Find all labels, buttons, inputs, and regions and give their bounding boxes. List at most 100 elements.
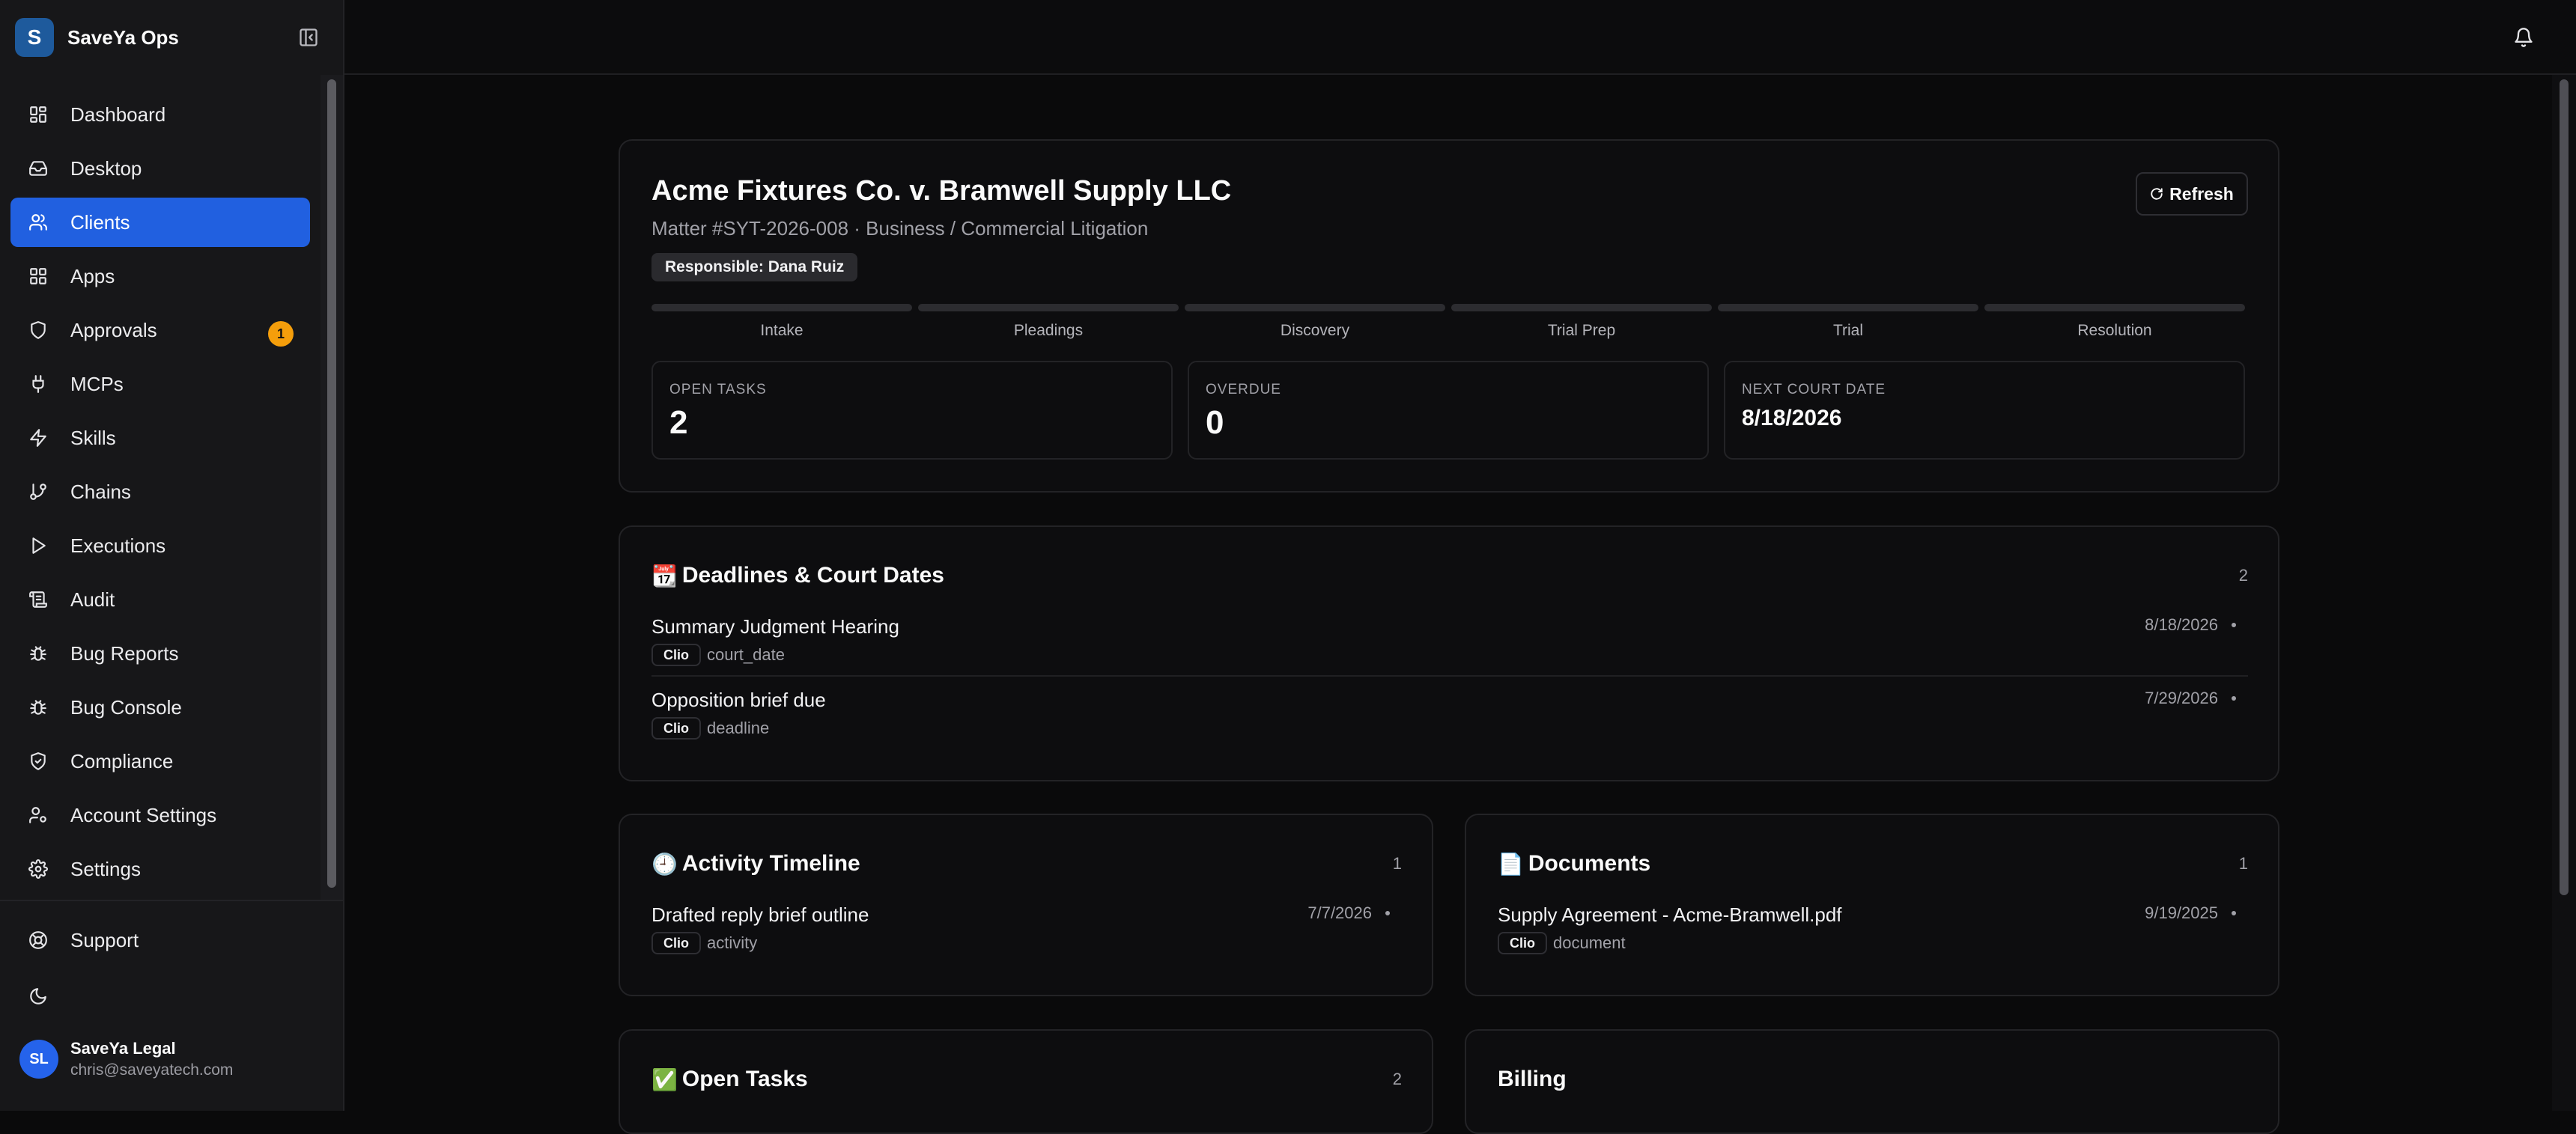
sidebar-item-label: Executions xyxy=(70,534,166,557)
matter-subtitle: Matter #SYT-2026-008 · Business / Commer… xyxy=(651,217,1149,240)
row-title: Opposition brief due xyxy=(651,689,826,711)
stage-intake: Intake xyxy=(651,304,912,340)
user-name: SaveYa Legal xyxy=(70,1039,176,1058)
row-kind: activity xyxy=(707,933,758,952)
moon-icon xyxy=(27,985,49,1008)
stat-value: 8/18/2026 xyxy=(1742,406,1842,430)
document-row[interactable]: Supply Agreement - Acme-Bramwell.pdf Cli… xyxy=(1498,903,2248,975)
sidebar-item-clients[interactable]: Clients xyxy=(10,198,310,247)
sidebar-item-mcps[interactable]: MCPs xyxy=(10,359,310,409)
sidebar-item-approvals[interactable]: Approvals 1 xyxy=(10,305,310,355)
play-icon xyxy=(27,534,49,557)
brand-name: SaveYa Ops xyxy=(67,25,179,49)
sidebar-item-label: Settings xyxy=(70,857,141,880)
section-title-text: Open Tasks xyxy=(681,1067,808,1091)
theme-toggle[interactable] xyxy=(10,972,310,1021)
section-title-text: Deadlines & Court Dates xyxy=(681,563,944,588)
status-dot xyxy=(2232,696,2236,701)
row-kind: court_date xyxy=(707,645,785,664)
stage-bar xyxy=(651,304,912,311)
sidebar-item-skills[interactable]: Skills xyxy=(10,413,310,463)
sidebar-scrollbar-thumb[interactable] xyxy=(327,79,336,888)
billing-card: Billing xyxy=(1465,1029,2279,1134)
sidebar-item-account-settings[interactable]: Account Settings xyxy=(10,790,310,840)
top-bar xyxy=(344,0,2576,75)
refresh-label: Refresh xyxy=(2169,183,2234,204)
status-dot xyxy=(2232,623,2236,627)
stat-value: 2 xyxy=(669,404,688,441)
stage-bar xyxy=(1984,304,2245,311)
sidebar-item-label: Clients xyxy=(70,210,130,234)
stat-label: OVERDUE xyxy=(1206,382,1281,397)
stat-next-court-date: NEXT COURT DATE 8/18/2026 xyxy=(1724,361,2245,460)
source-tag: Clio xyxy=(1498,932,1547,954)
row-kind: deadline xyxy=(707,719,770,737)
sidebar-item-label: Support xyxy=(70,928,139,951)
sidebar-item-label: Desktop xyxy=(70,156,142,180)
sidebar-item-dashboard[interactable]: Dashboard xyxy=(10,90,310,139)
sidebar-item-support[interactable]: Support xyxy=(10,915,310,965)
stat-overdue: OVERDUE 0 xyxy=(1188,361,1709,460)
deadlines-card: 📆 Deadlines & Court Dates 2 Summary Judg… xyxy=(619,525,2279,781)
section-title-text: Documents xyxy=(1528,851,1651,876)
brand-logo: S xyxy=(15,18,54,57)
row-title: Drafted reply brief outline xyxy=(651,903,869,926)
refresh-button[interactable]: Refresh xyxy=(2136,172,2248,216)
sidebar-item-compliance[interactable]: Compliance xyxy=(10,737,310,786)
sidebar-item-chains[interactable]: Chains xyxy=(10,467,310,516)
documents-card: 📄 Documents 1 Supply Agreement - Acme-Br… xyxy=(1465,814,2279,996)
deadline-row[interactable]: Opposition brief due Clio deadline 7/29/… xyxy=(651,689,2248,760)
stage-label: Intake xyxy=(760,322,804,339)
sidebar-item-label: Compliance xyxy=(70,749,174,772)
section-count: 1 xyxy=(2238,854,2248,873)
section-count: 2 xyxy=(2238,566,2248,585)
sidebar-item-bug-console[interactable]: Bug Console xyxy=(10,683,310,732)
status-dot xyxy=(1385,911,1390,915)
sidebar-item-label: MCPs xyxy=(70,372,124,395)
branch-icon xyxy=(27,481,49,503)
sidebar-item-label: Bug Console xyxy=(70,695,182,719)
bug-icon xyxy=(27,696,49,719)
sidebar-item-label: Dashboard xyxy=(70,103,166,126)
row-date: 8/18/2026 xyxy=(2145,615,2218,634)
stat-open-tasks: OPEN TASKS 2 xyxy=(651,361,1173,460)
main-scrollbar-thumb[interactable] xyxy=(2560,79,2569,895)
sidebar-item-audit[interactable]: Audit xyxy=(10,575,310,624)
sidebar-item-settings[interactable]: Settings xyxy=(10,844,310,894)
avatar: SL xyxy=(19,1040,58,1079)
row-date: 7/7/2026 xyxy=(1307,903,1372,922)
user-profile[interactable]: SL SaveYa Legal chris@saveyatech.com xyxy=(19,1039,233,1079)
matter-header-card: Acme Fixtures Co. v. Bramwell Supply LLC… xyxy=(619,139,2279,493)
grid-icon xyxy=(27,265,49,287)
sidebar-item-label: Approvals xyxy=(70,318,157,341)
sidebar-item-executions[interactable]: Executions xyxy=(10,521,310,570)
sidebar-item-desktop[interactable]: Desktop xyxy=(10,144,310,193)
sidebar-item-label: Skills xyxy=(70,426,116,449)
row-kind: document xyxy=(1553,933,1626,952)
stage-label: Trial Prep xyxy=(1547,322,1616,339)
stage-bar xyxy=(1451,304,1712,311)
sidebar-divider xyxy=(0,900,344,901)
stage-progress: Intake Pleadings Discovery Trial Prep Tr… xyxy=(651,304,2247,349)
sidebar-item-bug-reports[interactable]: Bug Reports xyxy=(10,629,310,678)
stage-bar xyxy=(918,304,1179,311)
row-divider xyxy=(651,675,2248,677)
source-tag: Clio xyxy=(651,717,701,740)
activity-row[interactable]: Drafted reply brief outline Clio activit… xyxy=(651,903,1402,975)
bell-icon[interactable] xyxy=(2510,24,2537,51)
brand[interactable]: S SaveYa Ops xyxy=(15,18,179,57)
sidebar-item-apps[interactable]: Apps xyxy=(10,252,310,301)
source-tag: Clio xyxy=(651,932,701,954)
matter-title: Acme Fixtures Co. v. Bramwell Supply LLC xyxy=(651,175,1232,207)
section-title-text: Billing xyxy=(1498,1067,1567,1091)
collapse-sidebar-icon[interactable] xyxy=(297,25,321,49)
user-email: chris@saveyatech.com xyxy=(70,1061,234,1079)
section-count: 2 xyxy=(1392,1070,1402,1088)
stage-bar xyxy=(1185,304,1445,311)
sidebar-item-label: Chains xyxy=(70,480,131,503)
document-icon: 📄 xyxy=(1498,852,1524,876)
row-date: 9/19/2025 xyxy=(2145,903,2218,922)
plug-icon xyxy=(27,373,49,395)
approvals-count-badge: 1 xyxy=(268,321,294,347)
refresh-icon xyxy=(2150,187,2163,201)
